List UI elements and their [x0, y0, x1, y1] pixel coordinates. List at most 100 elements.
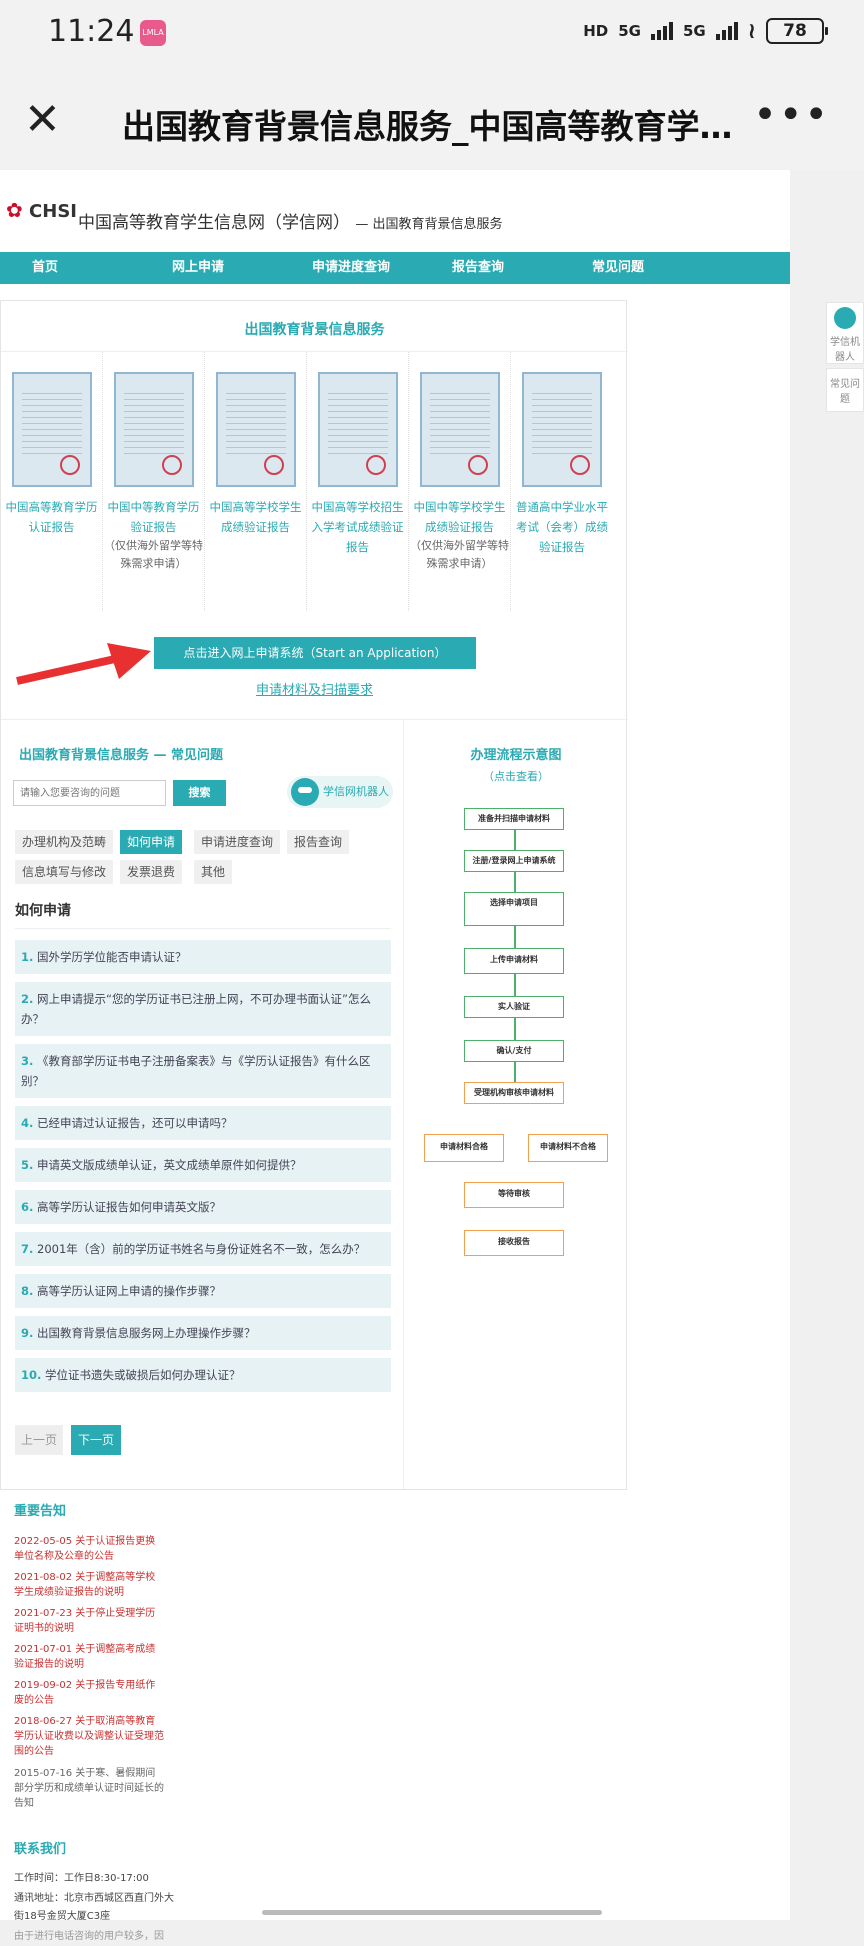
- net-label-2: 5G: [683, 22, 706, 40]
- robot-float-button[interactable]: 学信机器人: [826, 302, 864, 364]
- certificate-thumbnail[interactable]: [522, 372, 602, 487]
- report-cards: 中国高等教育学历认证报告 中国中等教育学历验证报告 （仅供海外留学等特殊需求申请）…: [1, 351, 628, 611]
- faq-float-button[interactable]: 常见问题: [826, 368, 864, 412]
- start-application-button[interactable]: 点击进入网上申请系统（Start an Application）: [154, 637, 476, 669]
- question-item[interactable]: 1. 国外学历学位能否申请认证？: [15, 940, 391, 974]
- faq-search-input[interactable]: [13, 780, 166, 806]
- nav-apply[interactable]: 网上申请: [140, 252, 280, 284]
- app-badge-icon: LMLA: [140, 20, 166, 46]
- page-title: 出国教育背景信息服务_中国高等教育学生信息网（学信网）: [122, 107, 742, 146]
- certificate-thumbnail[interactable]: [419, 372, 500, 487]
- nav-report[interactable]: 报告查询: [420, 252, 560, 284]
- report-card[interactable]: 中国高等教育学历认证报告: [1, 352, 103, 611]
- category-tab[interactable]: 申请进度查询: [194, 830, 281, 854]
- notice-link[interactable]: 2021-07-01 关于调整高考成绩验证报告的说明: [14, 1642, 164, 1672]
- contact-hours: 工作时间：工作日8:30-17:00: [14, 1873, 149, 1884]
- signal-icon: [715, 22, 738, 40]
- flow-arrow: [514, 1018, 516, 1040]
- battery-icon: 78: [766, 18, 828, 44]
- next-page-button[interactable]: 下一页: [71, 1425, 121, 1455]
- flow-step: 选择申请项目: [464, 892, 564, 926]
- report-card[interactable]: 中国中等学校学生成绩验证报告 （仅供海外留学等特殊需求申请）: [409, 352, 511, 611]
- more-icon[interactable]: •••: [753, 92, 830, 138]
- notice-link[interactable]: 2015-07-16 关于寒、暑假期间部分学历和成绩单认证时间延长的告知: [14, 1766, 164, 1811]
- notice-link[interactable]: 2021-08-02 关于调整高等学校学生成绩验证报告的说明: [14, 1570, 164, 1600]
- card-note: （仅供海外留学等特殊需求申请）: [410, 539, 509, 570]
- question-item[interactable]: 6. 高等学历认证报告如何申请英文版？: [15, 1190, 391, 1224]
- browser-top-bar: ✕ 出国教育背景信息服务_中国高等教育学生信息网（学信网） •••: [0, 70, 864, 170]
- materials-requirements-link[interactable]: 申请材料及扫描要求: [1, 679, 628, 698]
- question-item[interactable]: 10. 学位证书遗失或破损后如何办理认证？: [15, 1358, 391, 1392]
- card-label[interactable]: 中国中等学校学生成绩验证报告: [409, 497, 510, 537]
- certificate-thumbnail[interactable]: [215, 372, 296, 487]
- notice-link[interactable]: 2019-09-02 关于报告专用纸作废的公告: [14, 1678, 164, 1708]
- notice-link[interactable]: 2018-06-27 关于取消高等教育学历认证收费以及调整认证受理范围的公告: [14, 1714, 164, 1759]
- faq-section: 出国教育背景信息服务 — 常见问题 搜索 学信网机器人 办理机构及范畴 如何申请…: [1, 719, 404, 1489]
- process-flow-panel[interactable]: 办理流程示意图 （点击查看） 准备并扫描申请材料 注册/登录网上申请系统 选择申…: [404, 719, 628, 1489]
- nav-faq[interactable]: 常见问题: [560, 252, 700, 284]
- contact-address: 通讯地址：北京市西城区西直门外大街18号金贸大厦C3座: [14, 1893, 174, 1922]
- card-label[interactable]: 普通高中学业水平考试（会考）成绩验证报告: [511, 497, 613, 557]
- question-list: 1. 国外学历学位能否申请认证？ 2. 网上申请提示“您的学历证书已注册上网，不…: [15, 940, 391, 1400]
- report-card[interactable]: 普通高中学业水平考试（会考）成绩验证报告: [511, 352, 613, 611]
- faq-title: 出国教育背景信息服务 — 常见问题: [19, 748, 224, 763]
- flow-arrow: [514, 830, 516, 850]
- flow-title: 办理流程示意图: [470, 748, 562, 763]
- main-panel: 出国教育背景信息服务 中国高等教育学历认证报告 中国中等教育学历验证报告 （仅供海…: [0, 300, 628, 1490]
- category-heading: 如何申请: [15, 900, 391, 929]
- flow-arrow: [514, 872, 516, 892]
- category-tab-active[interactable]: 如何申请: [120, 830, 183, 854]
- card-label[interactable]: 中国高等学校招生入学考试成绩验证报告: [307, 497, 408, 557]
- notices-title: 重要告知: [14, 1504, 67, 1519]
- notice-link[interactable]: 2021-07-23 关于停止受理学历证明书的说明: [14, 1606, 164, 1636]
- robot-icon: [834, 307, 856, 329]
- floating-panel: 学信机器人 常见问题: [826, 302, 864, 412]
- card-label[interactable]: 中国高等教育学历认证报告: [1, 497, 102, 537]
- main-nav: 首页 网上申请 申请进度查询 报告查询 常见问题: [0, 252, 790, 284]
- card-label[interactable]: 中国中等教育学历验证报告: [103, 497, 204, 537]
- category-tab[interactable]: 报告查询: [287, 830, 350, 854]
- question-item[interactable]: 9. 出国教育背景信息服务网上办理操作步骤？: [15, 1316, 391, 1350]
- flow-step: 申请材料不合格: [528, 1134, 608, 1162]
- report-card[interactable]: 中国高等学校招生入学考试成绩验证报告: [307, 352, 409, 611]
- site-title: 中国高等教育学生信息网（学信网） — 出国教育背景信息服务: [78, 213, 503, 233]
- robot-button[interactable]: 学信网机器人: [287, 776, 393, 808]
- category-tab[interactable]: 信息填写与修改: [15, 860, 114, 884]
- card-note: （仅供海外留学等特殊需求申请）: [104, 539, 203, 570]
- question-item[interactable]: 5. 申请英文版成绩单认证，英文成绩单原件如何提供？: [15, 1148, 391, 1182]
- nav-home[interactable]: 首页: [0, 252, 140, 284]
- flow-step: 实人验证: [464, 996, 564, 1018]
- question-item[interactable]: 7. 2001年（含）前的学历证书姓名与身份证姓名不一致，怎么办？: [15, 1232, 391, 1266]
- chsi-logo[interactable]: ✿ CHSI: [6, 198, 77, 222]
- flow-subtitle[interactable]: （点击查看）: [404, 768, 628, 784]
- robot-icon: [291, 778, 319, 806]
- certificate-thumbnail[interactable]: [113, 372, 194, 487]
- certificate-thumbnail[interactable]: [317, 372, 398, 487]
- home-indicator[interactable]: [262, 1910, 602, 1915]
- category-tab[interactable]: 发票退费: [120, 860, 183, 884]
- flow-step: 受理机构审核申请材料: [464, 1082, 564, 1104]
- report-card[interactable]: 中国中等教育学历验证报告 （仅供海外留学等特殊需求申请）: [103, 352, 205, 611]
- category-tab[interactable]: 其他: [194, 860, 233, 884]
- search-button[interactable]: 搜索: [173, 780, 226, 806]
- status-bar: 11:24 LMLA HD 5G 5G ≀ 78: [0, 0, 864, 70]
- report-card[interactable]: 中国高等学校学生成绩验证报告: [205, 352, 307, 611]
- question-item[interactable]: 4. 已经申请过认证报告，还可以申请吗？: [15, 1106, 391, 1140]
- nav-progress[interactable]: 申请进度查询: [280, 252, 420, 284]
- section-title: 出国教育背景信息服务: [244, 322, 385, 338]
- category-tab[interactable]: 办理机构及范畴: [15, 830, 114, 854]
- site-subtitle: — 出国教育背景信息服务: [355, 217, 503, 232]
- notice-link[interactable]: 2022-05-05 关于认证报告更换单位名称及公章的公告: [14, 1534, 164, 1564]
- contact-title: 联系我们: [14, 1842, 67, 1857]
- status-icons: HD 5G 5G ≀ 78: [583, 18, 828, 44]
- flow-arrow: [514, 974, 516, 996]
- card-label[interactable]: 中国高等学校学生成绩验证报告: [205, 497, 306, 537]
- question-item[interactable]: 3. 《教育部学历证书电子注册备案表》与《学历认证报告》有什么区别？: [15, 1044, 391, 1098]
- prev-page-button[interactable]: 上一页: [15, 1425, 63, 1455]
- question-item[interactable]: 8. 高等学历认证网上申请的操作步骤？: [15, 1274, 391, 1308]
- web-page: ✿ CHSI 中国高等教育学生信息网（学信网） — 出国教育背景信息服务 首页 …: [0, 170, 790, 1942]
- question-item[interactable]: 2. 网上申请提示“您的学历证书已注册上网，不可办理书面认证”怎么办？: [15, 982, 391, 1036]
- flow-step: 注册/登录网上申请系统: [464, 850, 564, 872]
- certificate-thumbnail[interactable]: [11, 372, 92, 487]
- close-icon[interactable]: ✕: [24, 98, 61, 142]
